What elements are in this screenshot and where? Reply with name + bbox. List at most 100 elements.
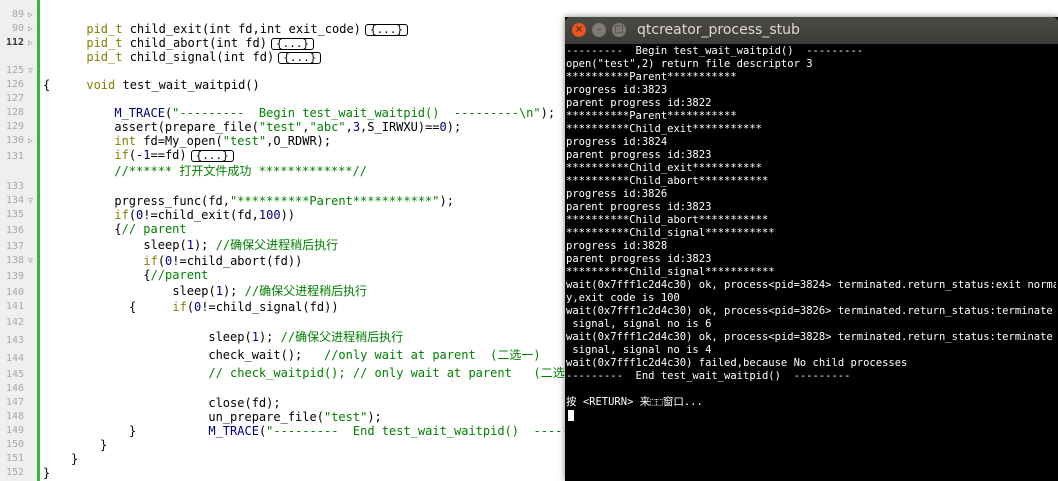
terminal-line: **********Child_exit*********** <box>566 123 762 135</box>
line-number: 130 <box>5 135 24 146</box>
terminal-line: wait(0x7fff1c2d4c30) ok, process<pid=382… <box>566 279 1056 291</box>
code-line-151[interactable]: } <box>100 438 107 452</box>
terminal-line: **********Child_exit*********** <box>566 162 762 174</box>
line-number: 150 <box>5 439 24 450</box>
terminal-line: open("test",2) return file descriptor 3 <box>566 58 813 70</box>
code-line-153[interactable]: } <box>43 466 50 480</box>
terminal-line: 按 <RETURN> 来⬚⬚窗口... <box>566 396 703 408</box>
line-number: 148 <box>5 411 24 422</box>
fold-collapse-icon[interactable]: ▽ <box>28 254 36 268</box>
line-number: 146 <box>5 383 24 394</box>
line-number: 152 <box>5 467 24 478</box>
code-token: ,S_IRWXU)== <box>360 120 440 134</box>
terminal-line: progress id:3823 <box>566 84 668 96</box>
line-number: 142 <box>5 317 24 328</box>
terminal-line: progress id:3824 <box>566 136 668 148</box>
terminal-line: parent progress id:3823 <box>566 149 712 161</box>
terminal-line: **********Child_signal*********** <box>566 266 775 278</box>
terminal-line: **********Parent*********** <box>566 71 737 83</box>
line-number-gutter: 89 ▷ 90 ▷ 112 ▷ 125 ▽ 126 127 128 129 130 ▷ 131 133 134 ▽… <box>0 0 39 481</box>
terminal-line: **********Child_abort*********** <box>566 175 769 187</box>
terminal-titlebar[interactable]: × – □ qtcreator_process_stub <box>565 17 1058 44</box>
fold-collapse-icon[interactable]: ▽ <box>28 194 36 208</box>
code-token: 0 <box>439 120 447 134</box>
terminal-line: wait(0x7fff1c2d4c30) ok, process<pid=382… <box>566 305 1056 317</box>
terminal-line: signal, signal no is 6 <box>566 318 712 330</box>
fold-expand-icon[interactable]: ▷ <box>28 36 36 50</box>
fold-expand-icon[interactable]: ▷ <box>28 134 36 148</box>
terminal-line: wait(0x7fff1c2d4c30) ok, process<pid=382… <box>566 331 1056 343</box>
code-token: test_wait_waitpid() <box>115 78 260 92</box>
code-token: ); <box>446 120 462 134</box>
line-number: 126 <box>5 79 24 90</box>
line-number: 144 <box>5 353 24 364</box>
code-token: 100 <box>258 208 281 222</box>
code-line-152[interactable]: } <box>71 452 78 466</box>
line-number: 147 <box>5 397 24 408</box>
terminal-line: --------- End test_wait_waitpid() ------… <box>566 370 851 382</box>
terminal-line: parent progress id:3823 <box>566 201 712 213</box>
line-number: 129 <box>5 121 24 132</box>
line-number: 127 <box>5 93 24 104</box>
code-token: ( <box>186 300 195 314</box>
fold-expand-icon[interactable]: ▷ <box>28 22 36 36</box>
line-number: 145 <box>5 369 24 380</box>
line-number: 149 <box>5 425 24 436</box>
minimize-button[interactable]: – <box>592 23 606 37</box>
code-line-149[interactable]: M_TRACE("--------- End test_wait_waitpid… <box>165 410 620 452</box>
line-number: 112 <box>5 37 24 48</box>
code-line-142[interactable]: { <box>129 300 136 314</box>
terminal-line: wait(0x7fff1c2d4c30) failed,because No c… <box>566 357 908 369</box>
code-token: pid_t <box>86 50 123 64</box>
code-token: ,O_RDWR); <box>266 134 332 148</box>
terminal-window[interactable]: × – □ qtcreator_process_stub --------- B… <box>565 17 1058 481</box>
code-token: !=child_signal(fd)) <box>201 300 339 314</box>
terminal-title: qtcreator_process_stub <box>637 22 800 38</box>
code-token: ); <box>439 194 454 208</box>
code-token: )) <box>280 208 296 222</box>
line-number: 134 <box>5 195 24 206</box>
code-token: if <box>172 300 187 314</box>
line-number: 90 <box>11 23 24 34</box>
terminal-line: **********Parent*********** <box>566 110 737 122</box>
terminal-line: **********Child_signal*********** <box>566 227 775 239</box>
fold-collapse-icon[interactable]: ▽ <box>28 64 36 78</box>
terminal-line: parent progress id:3822 <box>566 97 712 109</box>
line-number: 137 <box>5 241 24 252</box>
terminal-line: y,exit code is 100 <box>566 292 680 304</box>
line-number: 139 <box>5 271 24 282</box>
code-token: child_signal(int fd) <box>122 50 275 64</box>
line-number: 131 <box>5 151 24 162</box>
terminal-line: signal, signal no is 4 <box>566 344 712 356</box>
line-number: 133 <box>5 181 24 192</box>
code-token: ); <box>540 106 556 120</box>
line-number: 89 <box>11 9 24 20</box>
line-number: 151 <box>5 453 24 464</box>
code-token: M_TRACE <box>208 424 259 438</box>
line-number: 136 <box>5 225 24 236</box>
line-number: 125 <box>5 65 24 76</box>
close-button[interactable]: × <box>572 23 586 37</box>
code-token: void <box>86 78 116 92</box>
line-number: 141 <box>5 301 24 312</box>
line-number: 135 <box>5 209 24 220</box>
line-number: 140 <box>5 287 24 298</box>
terminal-line: **********Child_abort*********** <box>566 214 769 226</box>
folded-block-placeholder[interactable]: {...} <box>364 23 409 36</box>
terminal-cursor <box>568 410 574 421</box>
code-token: 3 <box>352 120 361 134</box>
code-line-127[interactable]: { <box>43 78 50 92</box>
folded-block-placeholder[interactable]: {...} <box>278 51 322 64</box>
terminal-output[interactable]: --------- Begin test_wait_waitpid() ----… <box>566 45 1056 481</box>
code-line-150[interactable]: } <box>129 424 136 438</box>
line-number: 143 <box>5 335 24 346</box>
terminal-line: --------- Begin test_wait_waitpid() ----… <box>566 45 864 57</box>
code-comment: // check_waitpid(); // only wait at pare… <box>208 366 584 380</box>
terminal-line: progress id:3826 <box>566 188 668 200</box>
line-number: 128 <box>5 107 24 118</box>
line-number: 138 <box>5 255 24 266</box>
maximize-button[interactable]: □ <box>612 23 626 37</box>
terminal-line: progress id:3828 <box>566 240 668 252</box>
code-comment: //****** 打开文件成功 *************// <box>114 164 367 178</box>
fold-expand-icon[interactable]: ▷ <box>28 8 36 22</box>
